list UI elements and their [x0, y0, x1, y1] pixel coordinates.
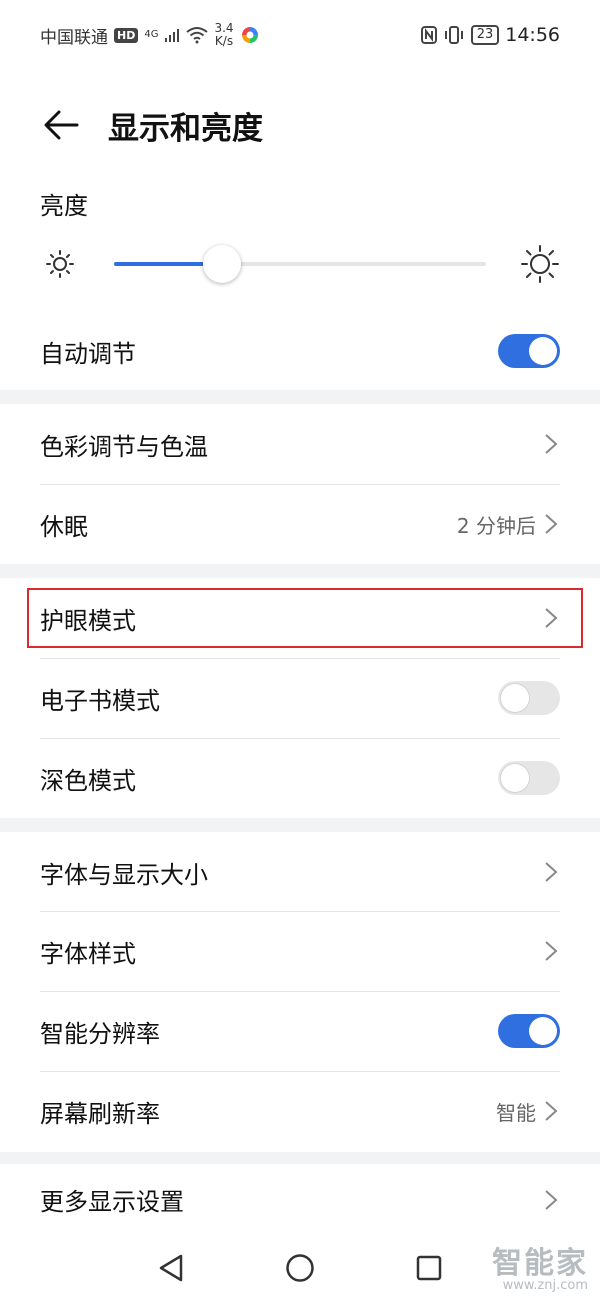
nav-back-icon[interactable]	[157, 1253, 185, 1283]
highlight-box	[27, 588, 583, 648]
toggle-knob	[501, 684, 529, 712]
dark-mode-row: 深色模式	[40, 738, 560, 818]
page-header: 显示和亮度	[0, 70, 600, 180]
watermark-main: 智能家	[492, 1246, 588, 1281]
brightness-slider[interactable]	[40, 238, 560, 290]
ebook-mode-label: 电子书模式	[40, 686, 160, 715]
chevron-right-icon	[544, 1189, 560, 1211]
back-button[interactable]	[40, 104, 82, 146]
ebook-mode-row: 电子书模式	[40, 658, 560, 738]
refresh-rate-row[interactable]: 屏幕刷新率 智能	[40, 1071, 560, 1151]
watermark-url: www.znj.com	[502, 1278, 588, 1293]
slider-thumb[interactable]	[202, 245, 241, 283]
slider-track[interactable]	[114, 245, 486, 283]
wifi-icon	[186, 27, 209, 44]
speed-unit: K/s	[214, 34, 234, 48]
color-temp-label: 色彩调节与色温	[40, 432, 208, 461]
sleep-row[interactable]: 休眠 2 分钟后	[40, 484, 560, 564]
app-notification-icon	[241, 27, 258, 43]
more-display-settings-label: 更多显示设置	[40, 1188, 184, 1216]
chevron-right-icon	[544, 433, 560, 455]
toggle-knob	[501, 764, 529, 792]
auto-adjust-row: 自动调节	[40, 311, 560, 391]
auto-adjust-label: 自动调节	[40, 339, 136, 368]
chevron-right-icon	[544, 861, 560, 883]
brightness-low-icon	[46, 250, 74, 278]
smart-resolution-label: 智能分辨率	[40, 1019, 160, 1048]
carrier-label: 中国联通	[40, 27, 108, 48]
chevron-right-icon	[544, 1100, 560, 1122]
dark-mode-toggle[interactable]	[498, 761, 560, 795]
ebook-mode-toggle[interactable]	[498, 681, 560, 715]
brightness-title: 亮度	[40, 192, 88, 220]
hd-badge: HD	[114, 27, 139, 43]
battery-icon: 23	[470, 25, 500, 45]
font-size-row[interactable]: 字体与显示大小	[40, 832, 560, 912]
smart-resolution-row: 智能分辨率	[40, 991, 560, 1071]
status-bar: 中国联通 HD 4G 3.4 K/s 23 14:56	[0, 0, 600, 70]
toggle-knob	[529, 337, 557, 365]
sleep-label: 休眠	[40, 512, 88, 541]
auto-adjust-toggle[interactable]	[498, 334, 560, 368]
network-speed: 3.4 K/s	[214, 22, 233, 48]
font-style-label: 字体样式	[40, 939, 136, 968]
watermark: 智能家 www.znj.com	[492, 1238, 588, 1293]
refresh-rate-value: 智能	[496, 1100, 536, 1125]
font-style-row[interactable]: 字体样式	[40, 911, 560, 991]
toggle-knob	[529, 1017, 557, 1045]
signal-icon	[165, 29, 180, 42]
sleep-value: 2 分钟后	[456, 513, 536, 538]
smart-resolution-toggle[interactable]	[498, 1014, 560, 1048]
nav-home-icon[interactable]	[285, 1253, 315, 1283]
refresh-rate-label: 屏幕刷新率	[40, 1099, 160, 1128]
vibrate-icon	[444, 26, 463, 44]
page-title: 显示和亮度	[108, 110, 263, 147]
network-type: 4G	[144, 29, 159, 40]
nfc-icon	[420, 26, 437, 44]
more-display-settings-row[interactable]: 更多显示设置	[40, 1164, 560, 1235]
dark-mode-label: 深色模式	[40, 766, 136, 795]
brightness-high-icon	[521, 245, 559, 283]
nav-recents-icon[interactable]	[415, 1254, 443, 1282]
chevron-right-icon	[544, 940, 560, 962]
back-arrow-icon	[44, 110, 79, 140]
clock: 14:56	[505, 24, 560, 46]
chevron-right-icon	[544, 513, 560, 535]
font-size-label: 字体与显示大小	[40, 860, 208, 889]
color-temp-row[interactable]: 色彩调节与色温	[40, 404, 560, 484]
